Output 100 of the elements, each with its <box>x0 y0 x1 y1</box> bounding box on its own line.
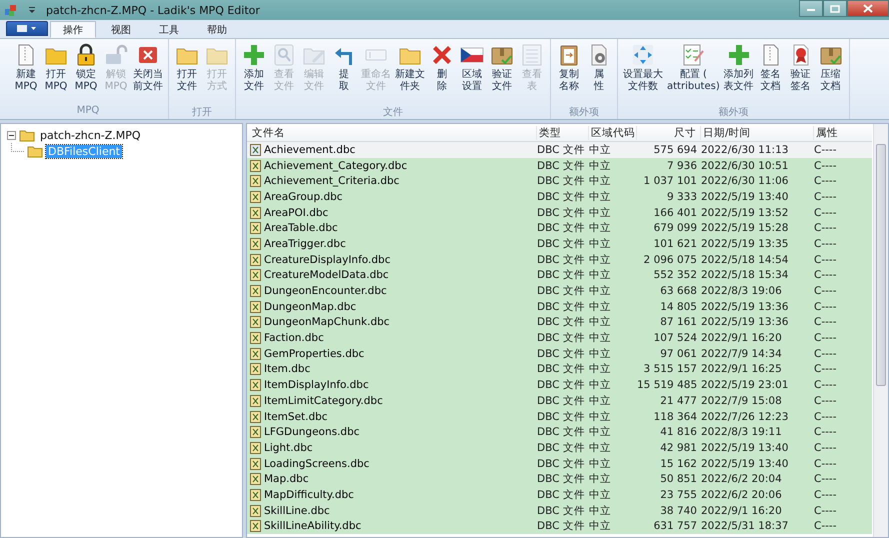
file-icon <box>250 410 261 423</box>
table-cell-text: C---- <box>814 332 838 344</box>
file-icon <box>250 285 261 298</box>
table-row[interactable]: Item.dbc DBC 文件 中立 3 515 157 2022/9/1 16:25 C---- <box>247 362 872 378</box>
table-cell-text: 中立 <box>589 300 612 314</box>
ribbon-button[interactable]: 配置 ( attributes) <box>665 43 722 105</box>
file-icon <box>250 394 261 407</box>
table-row[interactable]: Achievement.dbc DBC 文件 中立 575 694 2022/6/30 11:13 C---- <box>247 142 872 158</box>
table-row[interactable]: AreaPOI.dbc DBC 文件 中立 166 401 2022/5/19 13:52 C---- <box>247 204 872 220</box>
ribbon-button[interactable]: 打开 MPQ <box>41 43 71 105</box>
close-icon <box>863 4 873 13</box>
ribbon-button[interactable]: 新建 MPQ <box>11 43 41 105</box>
table-row[interactable]: LoadingScreens.dbc DBC 文件 中立 15 162 2022/5/19 13:40 C---- <box>247 456 872 472</box>
ribbon-button[interactable]: 提 取 <box>329 43 359 105</box>
app-menu-button[interactable] <box>6 21 48 36</box>
folder-icon <box>19 128 35 142</box>
table-row[interactable]: DungeonMap.dbc DBC 文件 中立 14 805 2022/5/19 13:36 C---- <box>247 298 872 315</box>
ribbon-button[interactable]: 打开 文件 <box>172 43 202 105</box>
column-header[interactable]: 区域代码 <box>589 126 637 140</box>
ribbon-button[interactable]: 区域 设置 <box>457 43 487 105</box>
table-cell-text: C---- <box>814 348 838 360</box>
column-header[interactable]: 日期/时间 <box>701 126 814 140</box>
tree-item[interactable]: patch-zhcn-Z.MPQ <box>38 128 143 142</box>
magnifier-icon <box>272 43 296 67</box>
table-cell-text: 2022/6/30 11:13 <box>701 144 790 156</box>
table-row[interactable]: ItemDisplayInfo.dbc DBC 文件 中立 15 519 485 2022/5/19 23:01 C---- <box>247 377 872 393</box>
table-cell-text: C---- <box>814 238 838 250</box>
table-cell-text: 2022/6/2 20:04 <box>701 473 783 486</box>
table-cell-text: DBC 文件 <box>537 394 586 408</box>
table-cell-text: C---- <box>814 285 838 298</box>
table-cell: GemProperties.dbc <box>264 348 364 360</box>
ribbon-button[interactable]: 删 除 <box>427 43 457 105</box>
ribbon-button[interactable]: 锁定 MPQ <box>71 43 101 105</box>
table-row[interactable]: SkillLineAbility.dbc DBC 文件 中立 631 757 2022/5/31 18:37 C---- <box>247 518 872 534</box>
table-row[interactable]: SkillLine.dbc DBC 文件 中立 38 740 2022/9/1 16:20 C---- <box>247 502 872 518</box>
file-icon <box>250 238 261 250</box>
ribbon-button[interactable]: 添加列 表文件 <box>722 43 756 105</box>
table-row[interactable]: MapDifficulty.dbc DBC 文件 中立 23 755 2022/6/2 20:06 C---- <box>247 487 872 503</box>
ribbon-button[interactable]: 属 性 <box>584 43 614 105</box>
table-cell-text: 中立 <box>589 378 612 392</box>
table-cell-text: 中立 <box>589 456 612 471</box>
column-header[interactable]: 尺寸 <box>637 126 701 140</box>
table-cell-text: 14 805 <box>659 300 698 313</box>
column-header[interactable]: 文件名 <box>250 126 537 140</box>
ribbon-button[interactable]: 设置最大 文件数 <box>621 43 665 105</box>
group-label: MPQ <box>76 105 100 118</box>
collapse-icon[interactable] <box>7 130 16 140</box>
minimize-button[interactable] <box>799 0 823 17</box>
ribbon-button[interactable]: 签名 文档 <box>756 43 786 105</box>
table-row[interactable]: AreaTable.dbc DBC 文件 中立 679 099 2022/5/19 15:28 C---- <box>247 220 872 236</box>
table-cell: LoadingScreens.dbc <box>264 458 370 470</box>
ribbon-button[interactable]: 添加 文件 <box>239 43 269 105</box>
table-row[interactable]: LFGDungeons.dbc DBC 文件 中立 41 816 2022/8/3 19:11 C---- <box>247 424 872 440</box>
table-row[interactable]: Achievement_Category.dbc DBC 文件 中立 7 936 2022/6/30 10:51 C---- <box>247 158 872 174</box>
ribbon-button[interactable]: 验证 文件 <box>487 43 517 105</box>
table-cell-text: C---- <box>814 473 838 486</box>
table-cell-text: 中立 <box>589 362 612 376</box>
group-label: 额外项 <box>718 106 748 119</box>
table-row[interactable]: CreatureModelData.dbc DBC 文件 中立 552 352 2022/5/18 15:34 C---- <box>247 268 872 284</box>
table-row[interactable]: AreaGroup.dbc DBC 文件 中立 9 333 2022/5/19 13:40 C---- <box>247 189 872 205</box>
column-header[interactable]: 类型 <box>537 126 589 140</box>
file-icon <box>250 348 261 360</box>
table-cell: Map.dbc <box>264 473 309 486</box>
ribbon-button[interactable]: 验证 签名 <box>786 43 816 105</box>
table-cell-text: 2022/5/19 13:35 <box>701 238 790 250</box>
table-row[interactable]: DungeonEncounter.dbc DBC 文件 中立 63 668 2022/8/3 19:06 C---- <box>247 283 872 299</box>
ribbon-tab[interactable]: 工具 <box>146 21 192 38</box>
table-cell-text: C---- <box>814 458 838 470</box>
table-cell-text: DBC 文件 <box>537 190 586 204</box>
table-row[interactable]: Light.dbc DBC 文件 中立 42 981 2022/5/19 13:40 C---- <box>247 440 872 456</box>
table-row[interactable]: DungeonMapChunk.dbc DBC 文件 中立 87 161 2022/5/19 13:36 C---- <box>247 314 872 330</box>
ribbon-tab[interactable]: 操作 <box>50 21 96 38</box>
table-cell-text: C---- <box>814 426 838 438</box>
ribbon-tab[interactable]: 视图 <box>98 21 144 38</box>
table-cell-text: DBC 文件 <box>537 472 586 486</box>
table-row[interactable]: Achievement_Criteria.dbc DBC 文件 中立 1 037 101 2022/6/30 11:06 C---- <box>247 173 872 190</box>
table-cell-text: DBC 文件 <box>537 236 586 251</box>
table-cell-text: 中立 <box>589 158 612 173</box>
table-row[interactable]: ItemSet.dbc DBC 文件 中立 118 364 2022/7/26 12:23 C---- <box>247 408 872 424</box>
table-cell: Achievement_Criteria.dbc <box>264 175 400 188</box>
table-row[interactable]: Faction.dbc DBC 文件 中立 107 524 2022/9/1 16:20 C---- <box>247 330 872 346</box>
table-row[interactable]: CreatureDisplayInfo.dbc DBC 文件 中立 2 096 075 2022/5/18 14:54 C---- <box>247 252 872 268</box>
table-cell-text: DBC 文件 <box>537 488 586 502</box>
ribbon-button[interactable]: 复制 名称 <box>554 43 584 105</box>
ribbon-button[interactable]: 关闭当 前文件 <box>131 43 165 105</box>
file-icon <box>250 379 261 392</box>
scrollbar[interactable] <box>873 124 888 537</box>
table-row[interactable]: GemProperties.dbc DBC 文件 中立 97 061 2022/7/9 14:34 C---- <box>247 346 872 362</box>
maximize-button[interactable] <box>823 0 847 17</box>
table-row[interactable]: Map.dbc DBC 文件 中立 50 851 2022/6/2 20:04 C---- <box>247 471 872 488</box>
table-cell-text: C---- <box>814 520 838 532</box>
ribbon-button[interactable]: 新建文 件夹 <box>393 43 427 105</box>
scrollbar-thumb[interactable] <box>876 144 886 386</box>
close-button[interactable] <box>847 0 889 17</box>
table-row[interactable]: AreaTrigger.dbc DBC 文件 中立 101 621 2022/5/19 13:35 C---- <box>247 236 872 252</box>
table-cell: CreatureDisplayInfo.dbc <box>264 254 390 266</box>
dropdown-icon[interactable] <box>28 5 36 15</box>
ribbon-button[interactable]: 压缩 文档 <box>816 43 846 105</box>
ribbon-tab[interactable]: 帮助 <box>194 21 240 38</box>
table-row[interactable]: ItemLimitCategory.dbc DBC 文件 中立 21 477 2022/7/9 15:08 C---- <box>247 393 872 409</box>
